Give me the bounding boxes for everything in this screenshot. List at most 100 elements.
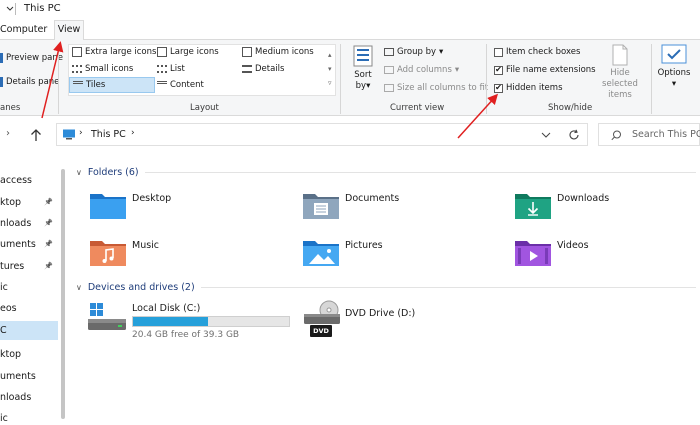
up-arrow-icon[interactable]	[30, 128, 42, 142]
search-input[interactable]: Search This PC	[632, 129, 700, 140]
nav-item[interactable]: nloads 📌	[0, 214, 58, 233]
hide-selected-items-button[interactable]: Hide selected items	[592, 44, 648, 101]
preview-pane-button[interactable]: Preview pane	[0, 53, 63, 63]
folder-desktop[interactable]: Desktop	[90, 190, 171, 220]
folder-documents[interactable]: Documents	[303, 190, 399, 220]
layout-extra-large-icons[interactable]: Extra large icons	[72, 47, 156, 57]
nav-item-label: access	[0, 175, 33, 186]
layout-scroll-icon[interactable]: ▴ ▾ ▿	[328, 48, 332, 90]
refresh-icon[interactable]	[568, 129, 580, 141]
nav-scrollbar[interactable]	[61, 169, 65, 419]
tab-view[interactable]: View	[54, 20, 84, 41]
local-disk-icon	[88, 303, 126, 330]
preview-pane-icon	[0, 53, 3, 63]
address-dropdown-icon[interactable]	[541, 132, 551, 138]
chevron-down-icon: ▾	[366, 81, 371, 91]
nav-item[interactable]: uments	[0, 367, 58, 386]
item-check-boxes-toggle[interactable]: Item check boxes	[494, 47, 580, 57]
search-box[interactable]: Search This PC	[598, 123, 700, 146]
show-hide-group-label: Show/hide	[548, 103, 593, 113]
breadcrumb-this-pc[interactable]: This PC	[91, 129, 126, 140]
folder-music[interactable]: Music	[90, 237, 159, 267]
group-by-button[interactable]: Group by ▾	[384, 47, 443, 57]
dvd-drive-name: DVD Drive (D:)	[345, 308, 416, 319]
layout-tiles[interactable]: Tiles	[69, 77, 155, 93]
music-folder-icon	[90, 241, 126, 266]
sort-by-button[interactable]: Sort by▾	[352, 44, 378, 100]
ribbon-divider	[486, 44, 487, 114]
nav-item-label: nloads	[0, 218, 32, 229]
nav-item[interactable]: ktop	[0, 345, 58, 364]
size-columns-icon	[384, 84, 394, 92]
ribbon-view: Preview pane Details pane anes Extra lar…	[0, 40, 700, 116]
list-icon	[157, 65, 167, 73]
address-row: › › This PC › Search This PC	[0, 117, 700, 153]
add-columns-button[interactable]: Add columns ▾	[384, 65, 459, 75]
details-icon	[242, 65, 252, 73]
details-pane-button[interactable]: Details pane	[0, 77, 59, 87]
local-disk-name: Local Disk (C:)	[132, 303, 201, 314]
nav-item[interactable]: uments 📌	[0, 235, 58, 254]
hidden-items-checkbox[interactable]	[494, 83, 503, 93]
layout-medium-icons[interactable]: Medium icons	[242, 47, 314, 57]
extra-large-icons-icon	[72, 47, 82, 57]
file-name-extensions-checkbox[interactable]	[494, 65, 503, 75]
ribbon-divider	[340, 44, 341, 114]
layout-details[interactable]: Details	[242, 64, 284, 74]
layout-list[interactable]: List	[157, 64, 185, 74]
size-columns-button[interactable]: Size all columns to fit	[384, 83, 488, 93]
folder-downloads[interactable]: Downloads	[515, 190, 609, 220]
layout-content[interactable]: Content	[157, 80, 204, 90]
tab-computer[interactable]: Computer	[0, 24, 47, 35]
hidden-items-toggle[interactable]: Hidden items	[494, 83, 563, 93]
options-button[interactable]: Options ▾	[656, 44, 692, 90]
downloads-folder-icon	[515, 194, 551, 219]
breadcrumb-separator-icon[interactable]: ›	[131, 128, 135, 138]
folder-videos[interactable]: Videos	[515, 237, 589, 267]
tiles-icon	[73, 81, 83, 89]
window-title: This PC	[24, 3, 61, 14]
nav-item-label: uments	[0, 239, 36, 250]
item-check-boxes-checkbox[interactable]	[494, 47, 503, 57]
nav-item[interactable]: ktop 📌	[0, 193, 58, 212]
layout-small-icons[interactable]: Small icons	[72, 64, 133, 74]
chevron-down-icon: ▾	[671, 79, 677, 89]
pin-icon: 📌	[44, 219, 53, 227]
nav-item[interactable]: C	[0, 321, 58, 340]
folders-section-header[interactable]: ∨ Folders (6)	[76, 167, 696, 178]
hide-selected-icon	[612, 44, 628, 66]
details-pane-icon	[0, 77, 3, 87]
chevron-down-icon: ▾	[439, 47, 444, 57]
pin-icon: 📌	[44, 240, 53, 248]
chevron-down-icon: ▾	[454, 65, 460, 75]
group-by-icon	[384, 48, 394, 56]
drive-dvd-d[interactable]: DVD DVD Drive (D:)	[302, 300, 482, 342]
nav-item-label: eos	[0, 303, 17, 314]
nav-item-label: tures	[0, 261, 25, 272]
dvd-badge: DVD	[313, 327, 329, 335]
drives-section-header[interactable]: ∨ Devices and drives (2)	[76, 282, 696, 293]
title-bar: This PC	[0, 0, 700, 18]
qat-dropdown-icon[interactable]	[4, 3, 16, 15]
folder-pictures[interactable]: Pictures	[303, 237, 383, 267]
large-icons-icon	[157, 47, 167, 57]
nav-item[interactable]: access	[0, 171, 58, 190]
nav-item[interactable]: ic	[0, 278, 58, 297]
pin-icon: 📌	[44, 198, 53, 206]
local-disk-free-space: 20.4 GB free of 39.3 GB	[132, 330, 240, 340]
history-chevron-icon[interactable]: ›	[6, 128, 10, 139]
address-bar[interactable]: › This PC ›	[56, 123, 588, 146]
nav-item[interactable]: tures 📌	[0, 257, 58, 276]
breadcrumb-separator-icon[interactable]: ›	[79, 128, 83, 138]
videos-folder-icon	[515, 241, 551, 266]
desktop-folder-icon	[90, 194, 126, 219]
nav-item[interactable]: nloads	[0, 388, 58, 407]
drive-local-disk-c[interactable]: Local Disk (C:) 20.4 GB free of 39.3 GB	[88, 300, 298, 342]
chevron-down-icon: ∨	[76, 283, 82, 292]
sort-icon	[353, 45, 373, 67]
layout-large-icons[interactable]: Large icons	[157, 47, 219, 57]
nav-item[interactable]: ic	[0, 409, 58, 425]
file-name-extensions-toggle[interactable]: File name extensions	[494, 65, 596, 75]
this-pc-icon	[63, 129, 75, 140]
nav-item[interactable]: eos	[0, 299, 58, 318]
